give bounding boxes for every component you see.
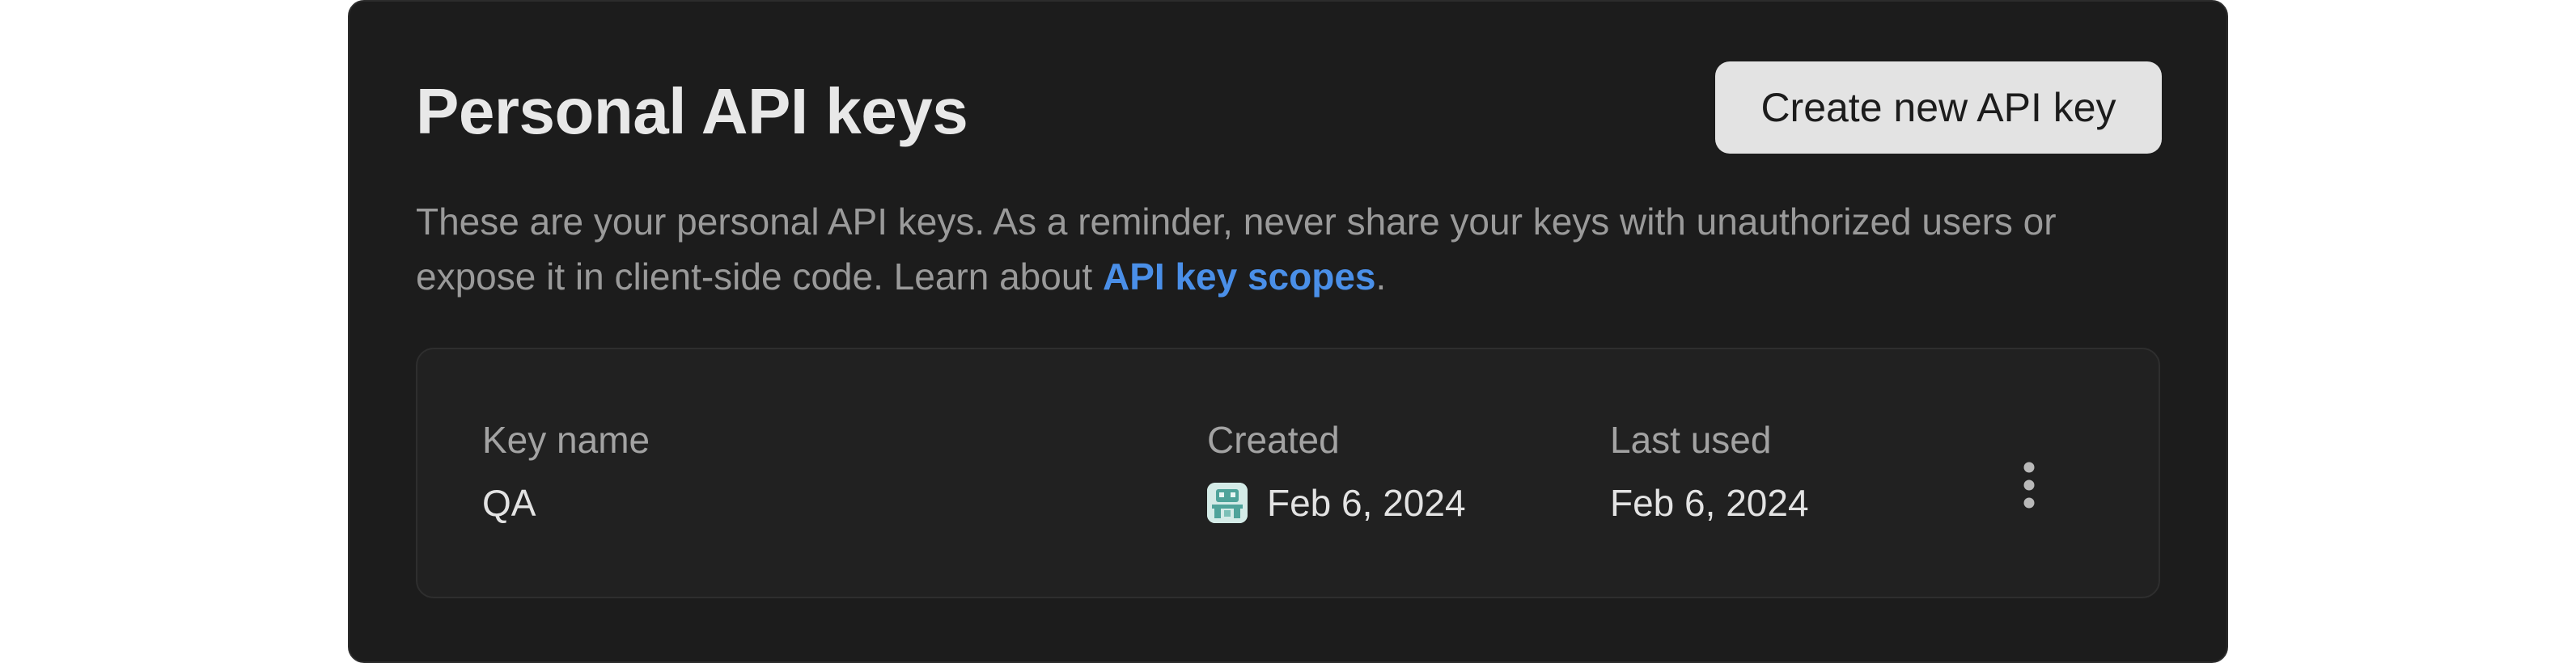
more-vertical-icon (2023, 462, 2035, 509)
column-header-last-used: Last used (1610, 419, 1772, 461)
row-actions-button[interactable] (2005, 446, 2053, 524)
created-date: Feb 6, 2024 (1267, 482, 1466, 524)
api-keys-panel: Personal API keys Create new API key The… (348, 0, 2228, 663)
create-api-key-button[interactable]: Create new API key (1715, 61, 2162, 154)
api-key-scopes-link[interactable]: API key scopes (1103, 255, 1376, 298)
description-text: These are your personal API keys. As a r… (416, 194, 2163, 304)
page-title: Personal API keys (416, 75, 968, 147)
description-period: . (1375, 255, 1387, 298)
key-name-cell: QA (482, 482, 536, 524)
last-used-cell: Feb 6, 2024 (1610, 482, 1809, 524)
user-avatar-icon (1207, 483, 1248, 523)
api-keys-table: Key name Created Last used QA Feb 6, 202… (416, 348, 2160, 598)
created-cell: Feb 6, 2024 (1207, 480, 1466, 526)
column-header-key-name: Key name (482, 419, 650, 461)
column-header-created: Created (1207, 419, 1340, 461)
